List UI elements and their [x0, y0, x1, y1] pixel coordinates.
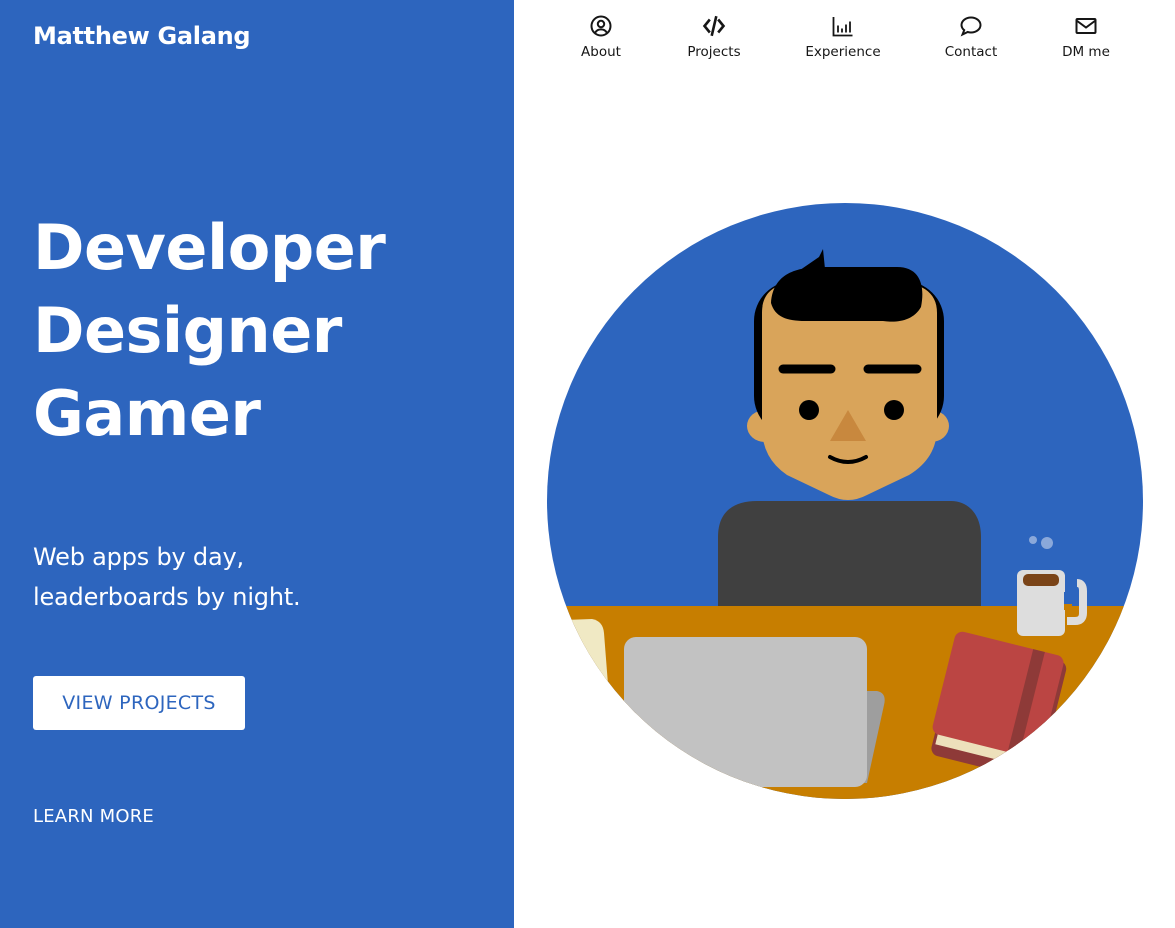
nav-item-dm[interactable]: DM me: [1036, 14, 1136, 60]
headline-line: Designer: [33, 294, 342, 367]
top-nav: About Projects Experience Contact DM me: [514, 0, 1175, 80]
page: Matthew Galang Developer Designer Gamer …: [0, 0, 1175, 928]
mail-icon: [1075, 18, 1097, 34]
shirt: [718, 501, 981, 623]
view-projects-button[interactable]: VIEW PROJECTS: [33, 676, 245, 730]
nav-label: Projects: [687, 44, 741, 60]
nav-label: DM me: [1062, 44, 1110, 60]
tagline-line: leaderboards by night.: [33, 583, 301, 611]
site-brand[interactable]: Matthew Galang: [33, 22, 251, 50]
learn-more-link[interactable]: LEARN MORE: [33, 806, 154, 827]
headline-line: Gamer: [33, 377, 261, 450]
nav-label: Experience: [805, 44, 881, 60]
code-icon: [702, 15, 726, 37]
tagline-line: Web apps by day,: [33, 543, 244, 571]
head: [747, 249, 949, 500]
hero-headline: Developer Designer Gamer: [33, 206, 386, 455]
nav-item-about[interactable]: About: [551, 14, 651, 60]
chat-bubble-icon: [960, 16, 982, 37]
hero-panel: Matthew Galang Developer Designer Gamer …: [0, 0, 514, 928]
bar-chart-icon: [832, 17, 853, 37]
nav-item-experience[interactable]: Experience: [793, 14, 893, 60]
user-circle-icon: [590, 15, 612, 37]
nav-label: About: [581, 44, 621, 60]
nav-item-contact[interactable]: Contact: [921, 14, 1021, 60]
headline-line: Developer: [33, 211, 386, 284]
hero-tagline: Web apps by day, leaderboards by night.: [33, 537, 301, 617]
avatar-illustration: [547, 203, 1143, 799]
nav-label: Contact: [944, 44, 998, 60]
nav-item-projects[interactable]: Projects: [664, 14, 764, 60]
developer-avatar-illustration: [547, 203, 1143, 799]
laptop: [624, 637, 885, 787]
left-note-paper: [547, 619, 611, 733]
